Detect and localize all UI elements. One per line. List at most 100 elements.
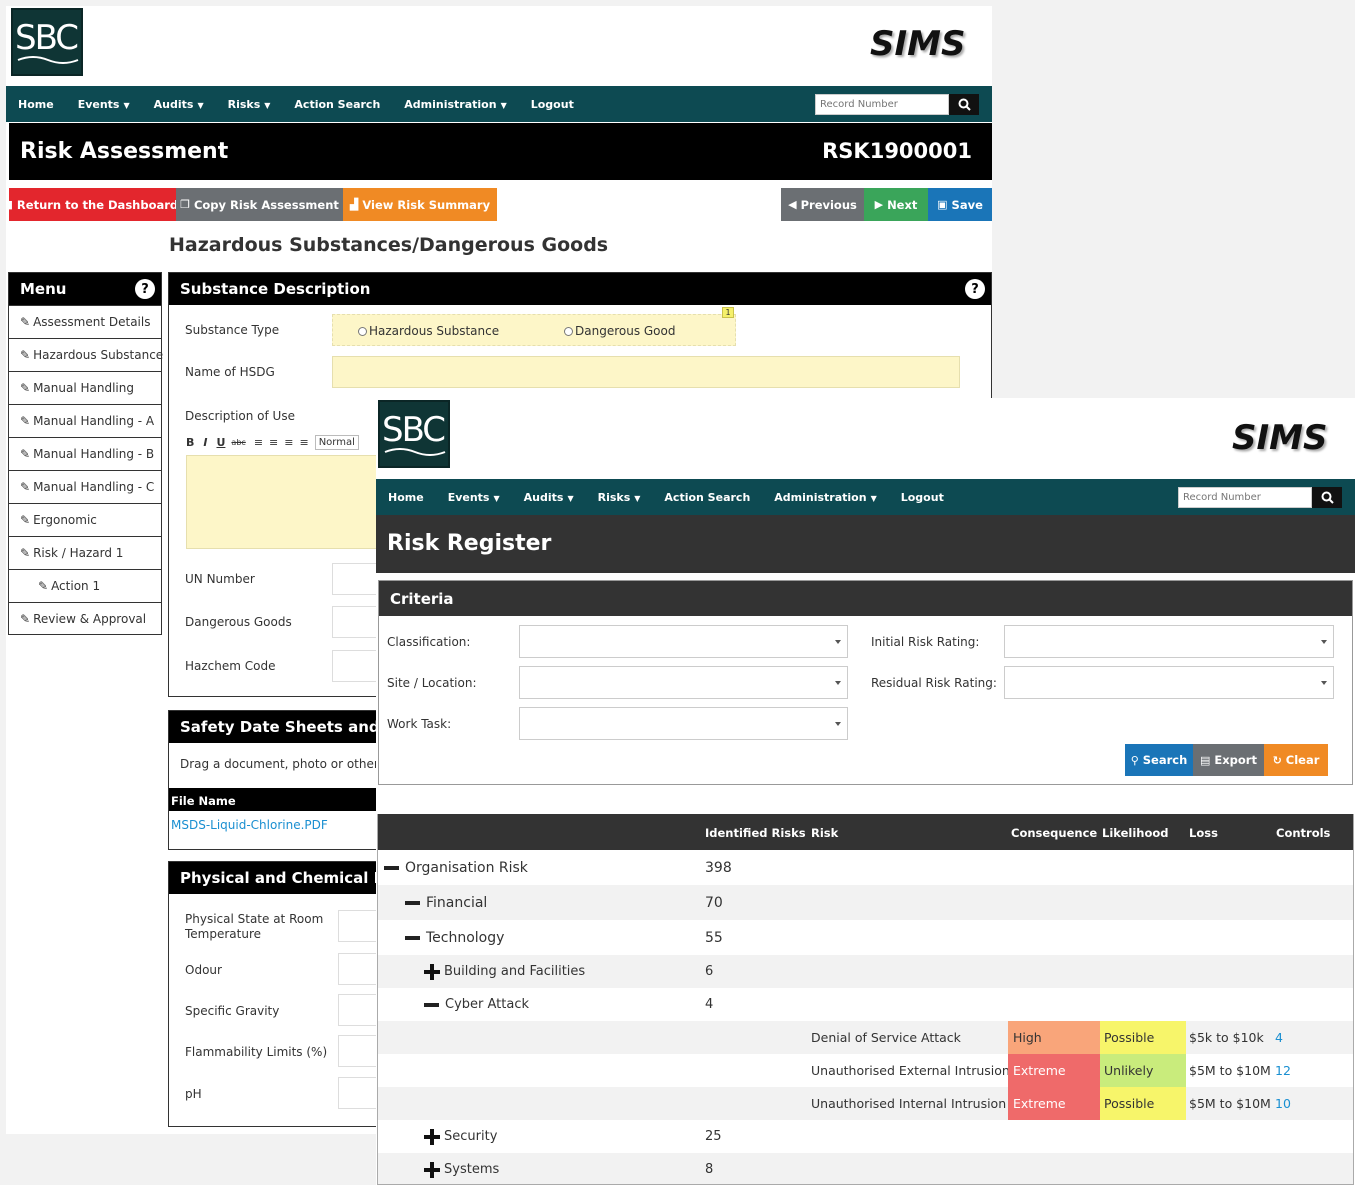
expand-icon[interactable] — [424, 1128, 440, 1145]
table-row[interactable]: Systems 8 — [378, 1153, 1353, 1185]
align-left-icon[interactable]: ≡ — [254, 436, 263, 449]
risk-name: Denial of Service Attack — [811, 1030, 961, 1045]
menu-item-assessment-details[interactable]: ✎ Assessment Details — [9, 305, 161, 338]
record-number-input[interactable] — [1178, 487, 1312, 508]
sbc-logo[interactable]: SBC — [11, 8, 83, 76]
strikethrough-icon[interactable]: abc — [231, 438, 245, 447]
table-row[interactable]: Denial of Service Attack High Possible $… — [378, 1021, 1353, 1054]
side-menu: Menu? ✎ Assessment Details ✎ Hazardous Sub… — [8, 272, 163, 635]
radio-button[interactable] — [358, 326, 367, 336]
table-row[interactable]: Building and Facilities 6 — [378, 955, 1353, 988]
menu-item-action-1[interactable]: ✎ Action 1 — [9, 569, 161, 602]
col-risk[interactable]: Risk — [811, 826, 838, 840]
menu-item-manual-handling-c[interactable]: ✎ Manual Handling - C — [9, 470, 161, 503]
radio-hazardous-substance[interactable]: Hazardous Substance — [358, 324, 499, 338]
criteria-search-button[interactable]: ⚲ Search — [1125, 744, 1193, 776]
drag-drop-zone[interactable]: Drag a document, photo or other file — [180, 757, 401, 771]
expand-icon[interactable] — [424, 963, 440, 980]
chevron-down-icon — [1321, 681, 1327, 685]
menu-item-manual-handling-a[interactable]: ✎ Manual Handling - A — [9, 404, 161, 437]
nav-home[interactable]: Home — [18, 98, 54, 111]
nav-home[interactable]: Home — [388, 491, 424, 504]
export-button[interactable]: ▤ Export — [1193, 744, 1264, 776]
nav-action-search[interactable]: Action Search — [294, 98, 380, 111]
table-row[interactable]: Cyber Attack 4 — [378, 988, 1353, 1021]
table-row[interactable]: Organisation Risk 398 — [378, 850, 1353, 885]
help-icon[interactable]: ? — [135, 279, 155, 299]
collapse-icon[interactable] — [384, 865, 399, 870]
nav-risks[interactable]: Risks ▼ — [598, 491, 641, 504]
collapse-icon[interactable] — [424, 1002, 439, 1007]
view-risk-summary-button[interactable]: ▟ View Risk Summary — [343, 188, 497, 221]
return-dashboard-button[interactable]: ▮ Return to the Dashboard — [7, 188, 178, 221]
col-controls[interactable]: Controls — [1276, 826, 1330, 840]
table-row[interactable]: Unauthorised Internal Intrusion Extreme … — [378, 1087, 1353, 1120]
col-likelihood[interactable]: Likelihood — [1102, 826, 1169, 840]
format-select[interactable]: Normal — [314, 435, 359, 450]
align-center-icon[interactable]: ≡ — [269, 436, 278, 449]
menu-item-manual-handling-b[interactable]: ✎ Manual Handling - B — [9, 437, 161, 470]
col-consequence[interactable]: Consequence — [1011, 826, 1097, 840]
copy-risk-assessment-button[interactable]: ❐ Copy Risk Assessment — [176, 188, 343, 221]
table-row[interactable]: Financial 70 — [378, 885, 1353, 920]
nav-events[interactable]: Events ▼ — [448, 491, 500, 504]
name-of-hsdg-label: Name of HSDG — [185, 365, 275, 379]
controls-link[interactable]: 10 — [1275, 1087, 1291, 1120]
classification-select[interactable] — [519, 625, 848, 658]
nav-events[interactable]: Events ▼ — [78, 98, 130, 111]
nav-audits[interactable]: Audits ▼ — [524, 491, 574, 504]
menu-item-review-approval[interactable]: ✎ Review & Approval — [9, 602, 161, 635]
underline-icon[interactable]: U — [216, 436, 225, 449]
controls-link[interactable]: 4 — [1275, 1021, 1283, 1054]
controls-link[interactable]: 12 — [1275, 1054, 1291, 1087]
radio-dangerous-good[interactable]: Dangerous Good — [564, 324, 675, 338]
work-task-select[interactable] — [519, 707, 848, 740]
search-button[interactable] — [1312, 487, 1342, 508]
table-row[interactable]: Security 25 — [378, 1120, 1353, 1153]
italic-icon[interactable]: I — [203, 436, 207, 449]
identified-risks-count: 6 — [705, 964, 714, 979]
save-button[interactable]: ▣ Save — [928, 188, 992, 221]
menu-item-manual-handling[interactable]: ✎ Manual Handling — [9, 371, 161, 404]
description-of-use-editor[interactable] — [186, 455, 386, 549]
justify-icon[interactable]: ≡ — [299, 436, 308, 449]
table-row[interactable]: Technology 55 — [378, 920, 1353, 955]
collapse-icon[interactable] — [405, 900, 420, 905]
identified-risks-count: 55 — [705, 929, 723, 946]
nav-audits[interactable]: Audits ▼ — [154, 98, 204, 111]
file-link[interactable]: MSDS-Liquid-Chlorine.PDF — [171, 818, 328, 832]
col-loss[interactable]: Loss — [1189, 826, 1218, 840]
work-task-label: Work Task: — [387, 717, 452, 731]
record-number-input[interactable] — [815, 94, 949, 115]
menu-item-ergonomic[interactable]: ✎ Ergonomic — [9, 503, 161, 536]
help-icon[interactable]: ? — [965, 279, 985, 299]
risk-table-header: Identified Risks Risk Consequence Likeli… — [378, 814, 1353, 850]
radio-button[interactable] — [564, 326, 573, 336]
nav-administration[interactable]: Administration ▼ — [774, 491, 876, 504]
table-row[interactable]: Unauthorised External Intrusion Extreme … — [378, 1054, 1353, 1087]
clear-button[interactable]: ↻ Clear — [1264, 744, 1328, 776]
site-location-select[interactable] — [519, 666, 848, 699]
nav-action-search[interactable]: Action Search — [664, 491, 750, 504]
nav-logout[interactable]: Logout — [531, 98, 574, 111]
likelihood-cell: Possible — [1100, 1021, 1186, 1054]
sbc-logo[interactable]: SBC — [378, 400, 450, 468]
nav-logout[interactable]: Logout — [901, 491, 944, 504]
nav-risks[interactable]: Risks ▼ — [228, 98, 271, 111]
previous-button[interactable]: ◀ Previous — [781, 188, 864, 221]
col-identified-risks[interactable]: Identified Risks — [705, 826, 806, 840]
collapse-icon[interactable] — [405, 935, 420, 940]
align-right-icon[interactable]: ≡ — [284, 436, 293, 449]
menu-item-risk-hazard-1[interactable]: ✎ Risk / Hazard 1 — [9, 536, 161, 569]
menu-item-hazardous-substance[interactable]: ✎ Hazardous Substance — [9, 338, 163, 371]
residual-risk-rating-select[interactable] — [1004, 666, 1334, 699]
next-button[interactable]: ▶ Next — [864, 188, 928, 221]
page-header: Risk Register — [376, 515, 1355, 573]
bold-icon[interactable]: B — [186, 436, 194, 449]
expand-icon[interactable] — [424, 1161, 440, 1178]
initial-risk-rating-select[interactable] — [1004, 625, 1334, 658]
nav-administration[interactable]: Administration ▼ — [404, 98, 506, 111]
name-of-hsdg-input[interactable] — [332, 356, 960, 388]
search-button[interactable] — [949, 94, 979, 115]
specific-gravity-label: Specific Gravity — [185, 1004, 280, 1018]
